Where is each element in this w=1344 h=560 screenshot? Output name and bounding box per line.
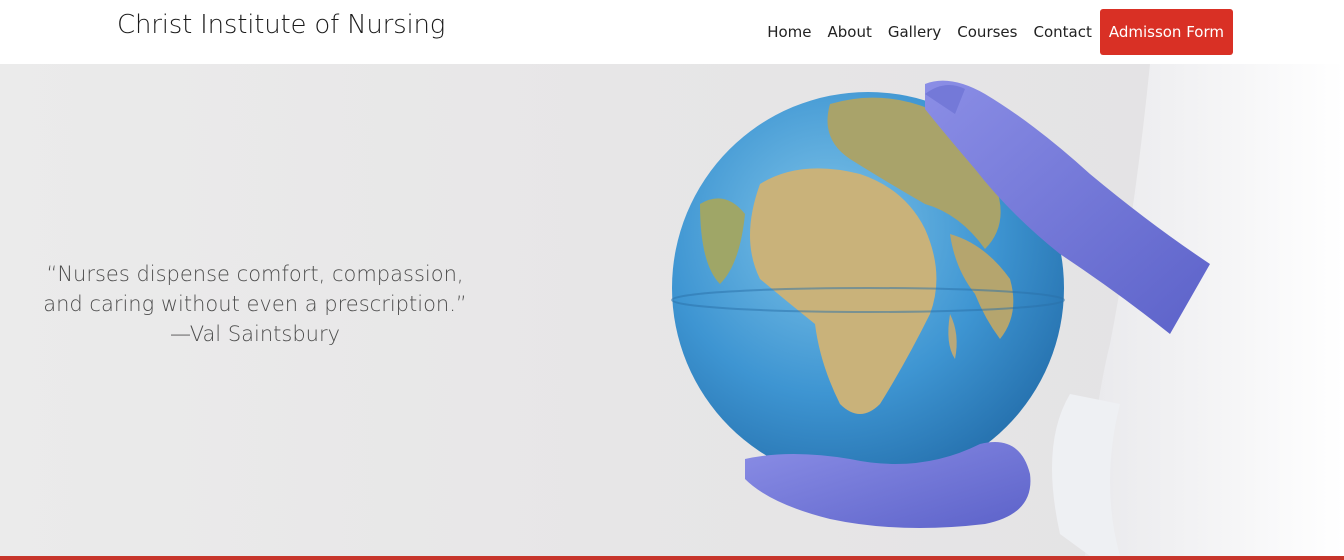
quote-author: —Val Saintsbury (169, 322, 341, 346)
nav-contact-link[interactable]: Contact (1025, 23, 1099, 41)
site-title[interactable]: Christ Institute of Nursing (117, 10, 445, 40)
hero-quote: “Nurses dispense comfort, compassion, an… (30, 259, 480, 349)
nav-menu: Home About Gallery Courses Contact Admis… (759, 9, 1233, 55)
nav-courses-link[interactable]: Courses (949, 23, 1025, 41)
hero-banner: “Nurses dispense comfort, compassion, an… (0, 64, 1344, 556)
nav-about-link[interactable]: About (819, 23, 879, 41)
nav-gallery-link[interactable]: Gallery (880, 23, 949, 41)
quote-line-1: “Nurses dispense comfort, compassion, (46, 262, 464, 286)
navbar: Christ Institute of Nursing Home About G… (0, 0, 1344, 64)
nav-home-link[interactable]: Home (759, 23, 819, 41)
quote-line-2: and caring without even a prescription.” (43, 292, 467, 316)
admission-form-button[interactable]: Admisson Form (1099, 9, 1233, 55)
bottom-accent-bar (0, 556, 1344, 560)
coat-shape (1085, 64, 1344, 556)
